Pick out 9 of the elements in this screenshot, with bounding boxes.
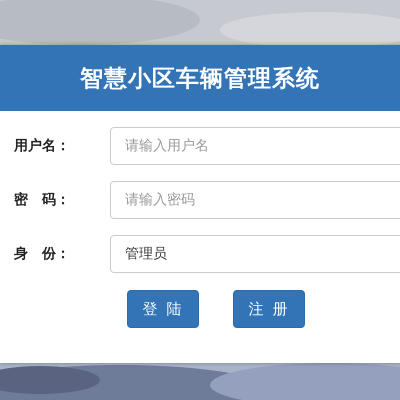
app-title: 智慧小区车辆管理系统	[80, 64, 320, 94]
field-label: 用户名：	[12, 137, 71, 155]
input-field[interactable]: 请输入密码	[110, 181, 400, 219]
field-label: 身 份：	[13, 245, 71, 263]
field-label: 密 码：	[13, 191, 71, 209]
input-field[interactable]: 请输入用户名	[110, 127, 400, 165]
login-button[interactable]: 登 陆	[127, 290, 199, 328]
register-button[interactable]: 注 册	[233, 290, 305, 328]
input-field[interactable]: 管理员	[110, 235, 400, 273]
